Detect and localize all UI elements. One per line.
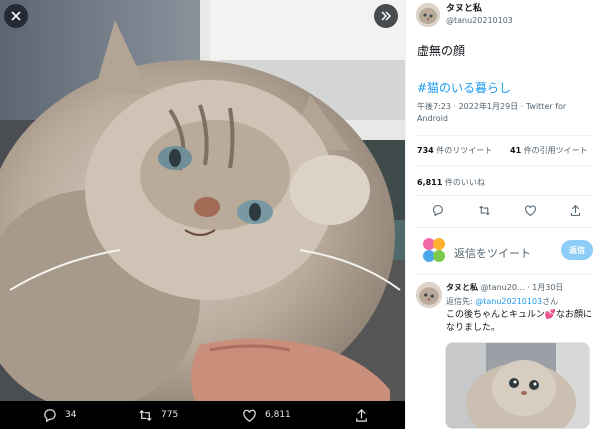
media-retweet-button[interactable]: 775 <box>138 401 178 429</box>
like-icon <box>243 409 256 422</box>
reply-text: この後ちゃんとキュルン💕なお顔になりました。 <box>446 309 596 335</box>
reply-to-suffix: さん <box>542 297 559 306</box>
avatar[interactable] <box>416 282 442 308</box>
reply-header: タヌと私 @tanu20... · 1月30日 <box>446 282 596 293</box>
display-name[interactable]: タヌと私 <box>446 3 513 15</box>
divider <box>416 135 594 136</box>
retweets-stat[interactable]: 734 件のリツイート <box>417 145 492 156</box>
reply-handle-date[interactable]: @tanu20... · 1月30日 <box>481 283 564 292</box>
divider <box>416 274 594 275</box>
likes-stat[interactable]: 6,811 件のいいね <box>417 177 485 188</box>
media-reply-button[interactable]: 34 <box>42 401 76 429</box>
reply-count: 34 <box>65 410 77 420</box>
reply-attached-photo[interactable] <box>445 342 590 429</box>
composer-avatar <box>420 236 448 264</box>
like-count: 6,811 <box>265 410 291 420</box>
retweet-icon <box>139 409 152 421</box>
reply-input[interactable]: 返信をツイート <box>454 245 531 261</box>
tweet-text: 虚無の顔 <box>417 44 466 58</box>
retweets-number: 734 <box>417 146 434 155</box>
reply-icon <box>432 205 443 217</box>
cat-photo[interactable] <box>0 0 405 401</box>
media-share-button[interactable] <box>354 401 369 429</box>
user-handle[interactable]: @tanu20210103 <box>446 15 513 26</box>
quotes-label: 件の引用ツイート <box>523 146 588 155</box>
divider <box>416 165 594 166</box>
reply-composer: 返信をツイート 返信 <box>416 236 596 266</box>
tweet-actions <box>416 202 594 222</box>
likes-number: 6,811 <box>417 178 443 187</box>
share-button[interactable] <box>569 204 582 217</box>
reply-to-prefix: 返信先: <box>446 297 476 306</box>
like-button[interactable] <box>524 204 537 217</box>
heart-emoji: 💕 <box>544 310 557 320</box>
divider <box>416 227 594 228</box>
tweet-author[interactable]: タヌと私 @tanu20210103 <box>416 3 513 27</box>
reply-display-name[interactable]: タヌと私 <box>446 283 478 292</box>
expand-panel-button[interactable] <box>374 4 398 28</box>
retweet-count: 775 <box>161 410 179 420</box>
reply-button[interactable] <box>431 204 444 217</box>
reply-submit-button[interactable]: 返信 <box>561 240 593 260</box>
retweet-button[interactable] <box>478 204 491 217</box>
close-button[interactable] <box>4 4 28 28</box>
media-action-bar: 34 775 6,811 <box>0 401 405 429</box>
quotes-stat[interactable]: 41 件の引用ツイート <box>510 145 588 156</box>
divider <box>416 195 594 196</box>
likes-label: 件のいいね <box>444 178 485 187</box>
close-icon <box>11 11 21 21</box>
retweets-label: 件のリツイート <box>436 146 493 155</box>
tweet-timestamp[interactable]: 午後7:23 · 2022年1月29日 · Twitter for Androi… <box>417 101 595 125</box>
reply-text-part1: この後ちゃんとキュルン <box>446 310 545 320</box>
like-icon <box>525 205 536 216</box>
retweet-icon <box>479 205 490 216</box>
share-icon <box>356 408 367 422</box>
expand-icon <box>381 11 392 21</box>
mention-link[interactable]: @tanu20210103 <box>475 297 542 306</box>
media-like-button[interactable]: 6,811 <box>242 401 291 429</box>
replying-to: 返信先: @tanu20210103さん <box>446 296 558 307</box>
avatar[interactable] <box>416 3 440 27</box>
hashtag-link[interactable]: #猫のいる暮らし <box>417 79 511 96</box>
share-icon <box>570 204 581 216</box>
quotes-number: 41 <box>510 146 522 155</box>
reply-icon <box>44 408 56 422</box>
media-viewer: 34 775 6,811 <box>0 0 405 429</box>
